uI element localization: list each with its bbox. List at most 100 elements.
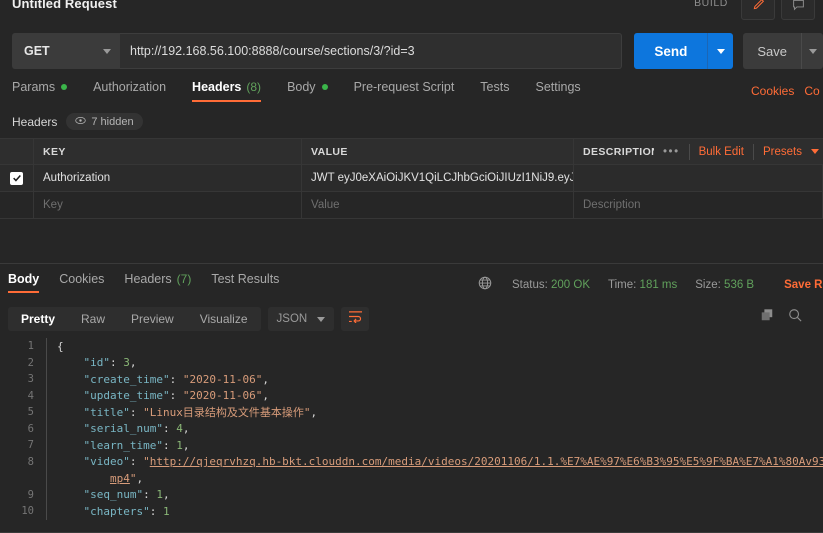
send-button[interactable]: Send bbox=[634, 33, 708, 69]
view-mode-pretty[interactable]: Pretty bbox=[8, 307, 68, 331]
response-meta: Status: 200 OK Time: 181 ms Size: 536 B … bbox=[460, 276, 823, 293]
line-number: 3 bbox=[27, 373, 34, 386]
tab-label: Headers bbox=[192, 80, 242, 94]
word-wrap-icon bbox=[348, 310, 363, 328]
code-text: "id": 3, bbox=[57, 356, 137, 370]
url-input[interactable]: http://192.168.56.100:8888/course/sectio… bbox=[120, 33, 623, 69]
cookies-link[interactable]: Cookies bbox=[751, 84, 794, 98]
tab-label: Body bbox=[8, 272, 40, 286]
tab-tests[interactable]: Tests bbox=[480, 80, 509, 102]
chevron-down-icon bbox=[317, 316, 326, 322]
code-line: 6 "serial_num": 4, bbox=[0, 420, 823, 437]
edit-request-button[interactable] bbox=[741, 0, 775, 20]
chevron-down-icon[interactable] bbox=[811, 149, 819, 154]
code-line: 4 "update_time": "2020-11-06", bbox=[0, 387, 823, 404]
request-title[interactable]: Untitled Request bbox=[12, 0, 117, 11]
time-label: Time: bbox=[608, 278, 637, 291]
code-text: "title": "Linux目录结构及文件基本操作", bbox=[57, 406, 318, 420]
new-description-input[interactable]: Description bbox=[574, 192, 823, 218]
row-description[interactable] bbox=[574, 165, 823, 191]
code-text: "seq_num": 1, bbox=[57, 488, 170, 502]
tab-body[interactable]: Body bbox=[287, 80, 328, 102]
eye-icon bbox=[75, 116, 87, 128]
language-value: JSON bbox=[276, 313, 308, 325]
send-options-button[interactable] bbox=[707, 33, 734, 69]
row-value[interactable]: JWT eyJ0eXAiOiJKV1QiLCJhbGciOiJIUzI1NiJ9… bbox=[302, 165, 574, 191]
tab-authorization[interactable]: Authorization bbox=[93, 80, 166, 102]
size-item: Size: 536 B bbox=[695, 279, 754, 291]
tab-headers[interactable]: Headers (8) bbox=[192, 80, 262, 102]
new-value-input[interactable]: Value bbox=[302, 192, 574, 218]
hidden-headers-count: 7 hidden bbox=[91, 115, 134, 128]
save-button[interactable]: Save bbox=[743, 33, 801, 69]
response-body-toolbar: Pretty Raw Preview Visualize JSON bbox=[8, 307, 370, 331]
presets-button[interactable]: Presets bbox=[754, 144, 811, 160]
code-line: 10 "chapters": 1 bbox=[0, 503, 823, 520]
tab-label: Settings bbox=[535, 80, 581, 94]
view-mode-raw[interactable]: Raw bbox=[68, 307, 118, 331]
tab-settings[interactable]: Settings bbox=[535, 80, 580, 102]
copy-button[interactable] bbox=[760, 308, 774, 327]
tab-count: (7) bbox=[176, 272, 192, 286]
build-label: BUILD bbox=[694, 0, 728, 9]
search-button[interactable] bbox=[788, 308, 802, 327]
view-mode-group: Pretty Raw Preview Visualize bbox=[8, 307, 261, 331]
save-response-button[interactable]: Save Response bbox=[784, 279, 823, 291]
bulk-edit-button[interactable]: Bulk Edit bbox=[690, 143, 754, 160]
status-value: 200 OK bbox=[551, 278, 591, 291]
code-text: { bbox=[57, 339, 64, 353]
tab-count: (8) bbox=[246, 80, 262, 94]
word-wrap-button[interactable] bbox=[341, 307, 370, 331]
line-number: 10 bbox=[21, 505, 34, 518]
tab-label: Tests bbox=[480, 80, 510, 94]
tab-label: Body bbox=[287, 80, 316, 94]
hidden-headers-toggle[interactable]: 7 hidden bbox=[66, 113, 143, 130]
time-item: Time: 181 ms bbox=[608, 279, 677, 291]
code-text: "create_time": "2020-11-06", bbox=[57, 372, 269, 386]
url-bar: GET http://192.168.56.100:8888/course/se… bbox=[0, 27, 823, 75]
modified-dot-icon bbox=[321, 84, 328, 90]
code-line: 5 "title": "Linux目录结构及文件基本操作", bbox=[0, 404, 823, 421]
row-enabled-checkbox[interactable] bbox=[0, 165, 34, 191]
line-number: 9 bbox=[27, 488, 34, 501]
line-number: 4 bbox=[27, 389, 34, 402]
save-options-button[interactable] bbox=[801, 33, 823, 69]
tab-pre-request-script[interactable]: Pre-request Script bbox=[354, 80, 455, 102]
response-tab-headers[interactable]: Headers (7) bbox=[124, 272, 191, 293]
table-row-empty[interactable]: Key Value Description bbox=[0, 192, 823, 219]
tab-label: Test Results bbox=[211, 272, 280, 286]
tab-params[interactable]: Params bbox=[12, 80, 68, 102]
chevron-down-icon bbox=[103, 48, 111, 54]
comment-icon bbox=[792, 0, 805, 16]
code-link[interactable]: Co bbox=[804, 84, 819, 98]
row-enabled-checkbox[interactable] bbox=[0, 192, 34, 218]
line-number: 1 bbox=[27, 340, 34, 353]
save-button-group: Save bbox=[743, 33, 823, 69]
tab-label: Pre-request Script bbox=[353, 80, 455, 94]
code-line: 9 "seq_num": 1, bbox=[0, 486, 823, 503]
pane-divider[interactable] bbox=[0, 263, 823, 264]
http-method-selector[interactable]: GET bbox=[12, 33, 120, 69]
response-tab-cookies[interactable]: Cookies bbox=[59, 272, 104, 293]
tab-label: Authorization bbox=[93, 80, 167, 94]
globe-icon[interactable] bbox=[478, 276, 492, 293]
more-actions-button[interactable]: ••• bbox=[654, 143, 690, 160]
line-number: 2 bbox=[27, 356, 34, 369]
time-value: 181 ms bbox=[639, 278, 678, 291]
response-tab-test-results[interactable]: Test Results bbox=[211, 272, 279, 293]
view-mode-preview[interactable]: Preview bbox=[118, 307, 187, 331]
response-tab-body[interactable]: Body bbox=[8, 272, 40, 293]
view-mode-visualize[interactable]: Visualize bbox=[187, 307, 261, 331]
row-key[interactable]: Authorization bbox=[34, 165, 302, 191]
line-number: 8 bbox=[27, 455, 34, 468]
table-row[interactable]: Authorization JWT eyJ0eXAiOiJKV1QiLCJhbG… bbox=[0, 165, 823, 192]
http-method-value: GET bbox=[24, 44, 50, 58]
line-number: 5 bbox=[27, 406, 34, 419]
comment-button[interactable] bbox=[781, 0, 815, 20]
response-body-code[interactable]: 1 {2 "id": 3, 3 "create_time": "2020-11-06… bbox=[0, 338, 823, 528]
code-text: "serial_num": 4, bbox=[57, 422, 190, 436]
code-text: "learn_time": 1, bbox=[57, 438, 190, 452]
new-key-input[interactable]: Key bbox=[34, 192, 302, 218]
request-header-bar: Untitled Request BUILD bbox=[0, 0, 823, 22]
language-selector[interactable]: JSON bbox=[267, 307, 335, 331]
